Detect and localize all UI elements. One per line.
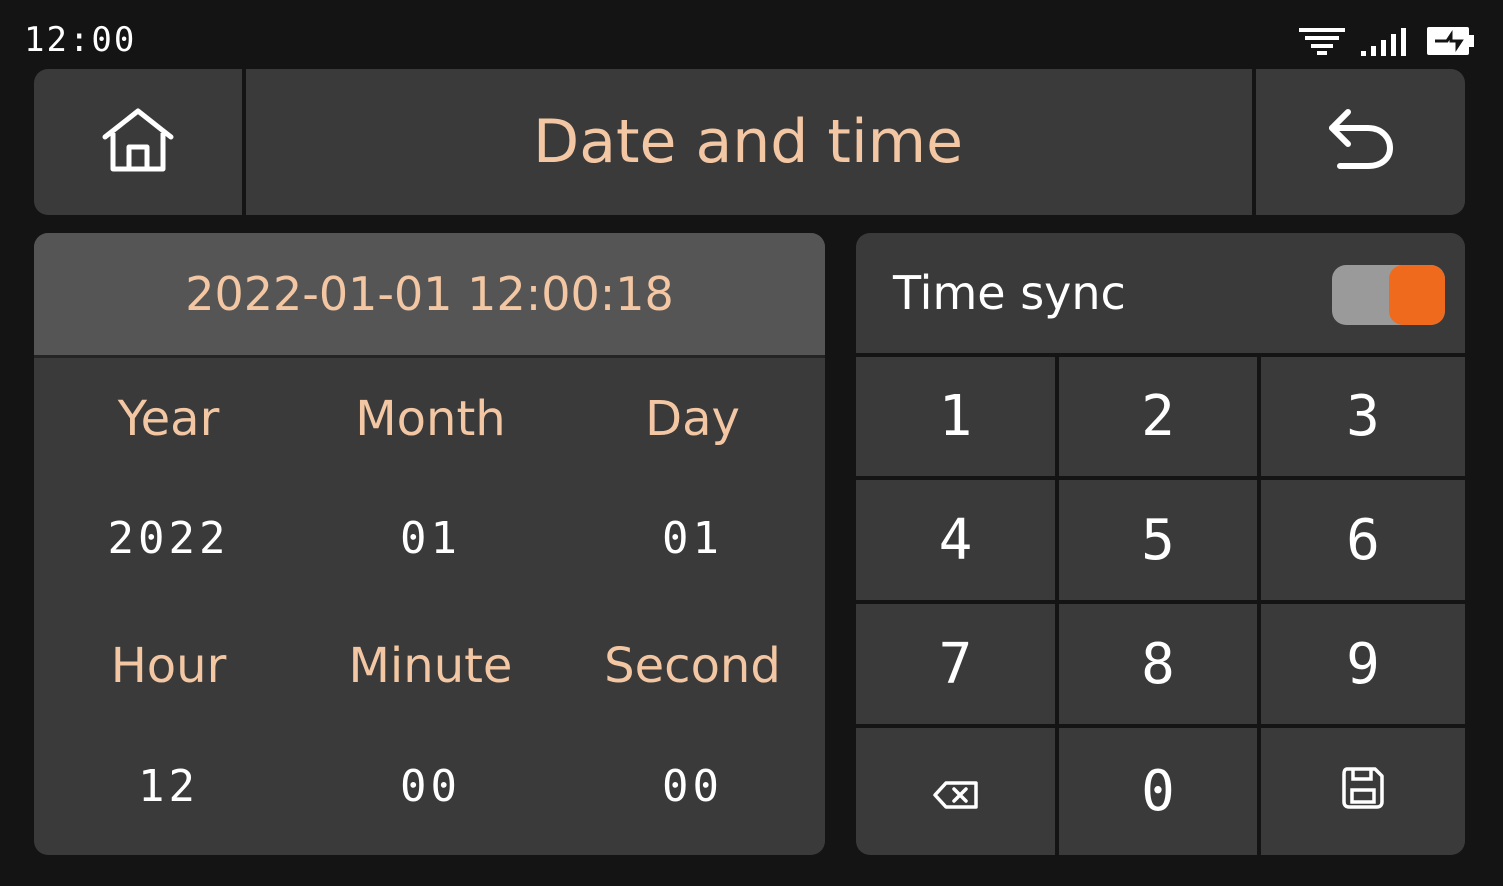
- header-bar: Date and time: [34, 69, 1465, 215]
- day-value[interactable]: 01: [561, 513, 824, 564]
- month-label: Month: [355, 391, 506, 447]
- key-1[interactable]: 1: [856, 357, 1055, 476]
- key-5[interactable]: 5: [1059, 480, 1257, 600]
- hour-value[interactable]: 12: [37, 761, 300, 812]
- second-value[interactable]: 00: [561, 761, 824, 812]
- back-button[interactable]: [1256, 69, 1465, 215]
- key-3[interactable]: 3: [1261, 357, 1465, 476]
- toggle-knob: [1389, 265, 1445, 325]
- time-sync-label: Time sync: [893, 266, 1126, 320]
- backspace-icon: [932, 759, 980, 824]
- status-time: 12:00: [24, 20, 137, 60]
- home-button[interactable]: [34, 69, 242, 215]
- minute-value[interactable]: 00: [299, 761, 562, 812]
- save-icon: [1341, 759, 1385, 824]
- year-value[interactable]: 2022: [37, 513, 300, 564]
- month-value[interactable]: 01: [299, 513, 562, 564]
- year-label: Year: [117, 391, 220, 447]
- save-key[interactable]: [1261, 728, 1465, 855]
- key-0[interactable]: 0: [1059, 728, 1257, 855]
- battery-charging-icon: [1427, 26, 1475, 56]
- status-icons: [1299, 24, 1475, 58]
- key-7[interactable]: 7: [856, 604, 1055, 724]
- time-sync-row: Time sync: [856, 233, 1465, 357]
- key-9[interactable]: 9: [1261, 604, 1465, 724]
- wifi-icon: [1299, 26, 1345, 56]
- minute-label: Minute: [348, 638, 513, 694]
- time-sync-toggle[interactable]: [1332, 265, 1445, 325]
- home-icon: [101, 107, 175, 177]
- key-2[interactable]: 2: [1059, 357, 1257, 476]
- numeric-keypad: 1 2 3 4 5 6 7 8 9 0: [856, 357, 1465, 855]
- signal-icon: [1361, 26, 1411, 56]
- back-icon: [1326, 108, 1396, 176]
- keypad-panel: Time sync 1 2 3 4 5 6 7 8 9 0: [856, 233, 1465, 855]
- second-label: Second: [604, 638, 781, 694]
- day-label: Day: [645, 391, 740, 447]
- key-8[interactable]: 8: [1059, 604, 1257, 724]
- key-4[interactable]: 4: [856, 480, 1055, 600]
- date-time-panel: 2022-01-01 12:00:18 Year Month Day 2022 …: [34, 233, 825, 855]
- backspace-key[interactable]: [856, 728, 1055, 855]
- current-datetime: 2022-01-01 12:00:18: [34, 233, 825, 358]
- hour-label: Hour: [110, 638, 227, 694]
- page-title: Date and time: [533, 107, 963, 177]
- key-6[interactable]: 6: [1261, 480, 1465, 600]
